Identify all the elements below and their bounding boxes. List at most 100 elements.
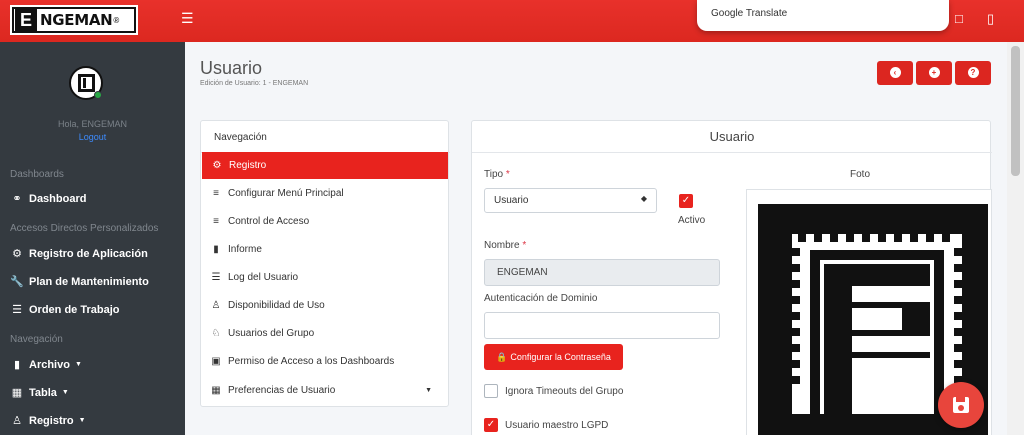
nav-item-label: Control de Acceso [228,216,310,227]
sidebar-item-archivo[interactable]: ▮ Archivo ▼ [10,358,82,372]
sidebar-item-orden-trabajo[interactable]: ☰ Orden de Trabajo [10,303,120,317]
nav-item-label: Permiso de Acceso a los Dashboards [228,356,395,367]
logout-link[interactable]: Logout [0,132,185,142]
back-button[interactable]: ‹ [877,61,913,85]
nav-item-label: Log del Usuario [228,272,299,283]
configure-password-label: Configurar la Contraseña [510,352,611,362]
nombre-label: Nombre * [484,240,526,251]
auth-domain-field[interactable] [484,312,720,339]
sidebar-item-dashboard[interactable]: ⚭ Dashboard [10,192,87,206]
tipo-label: Tipo * [484,169,510,180]
user-icon[interactable]: □ [955,11,963,26]
greeting: Hola, ENGEMAN [57,119,128,129]
align-left-icon: ≡ [213,188,219,199]
table-icon: ▦ [11,387,23,399]
sidebar-item-registro[interactable]: ♙ Registro ▼ [10,414,86,428]
hamburger-menu-icon[interactable]: ☰ [181,11,194,25]
question-icon: ? [967,67,979,78]
page-title: Usuario [200,58,263,78]
nombre-label-text: Nombre [484,240,520,251]
checkmark-icon: ✓ [486,419,496,430]
nav-item-preferencias[interactable]: ▦ Preferencias de Usuario ▼ [201,377,450,404]
lgpd-label: Usuario maestro LGPD [505,420,609,431]
sidebar-item-label: Orden de Trabajo [29,303,120,316]
logo-registered-mark: ® [113,15,120,25]
user-clock-icon: ♙ [211,300,221,311]
new-button[interactable]: + [916,61,952,85]
auth-label: Autenticación de Dominio [484,293,598,304]
sidebar-item-tabla[interactable]: ▦ Tabla ▼ [10,386,69,400]
avatar-logo [78,74,95,92]
sidebar-item-label: Registro [29,414,74,427]
ignora-timeouts-label: Ignora Timeouts del Grupo [505,386,624,397]
sidebar-header-shortcuts: Accesos Directos Personalizados [10,223,159,234]
caret-down-icon: ▼ [74,361,82,368]
nav-item-disponibilidad[interactable]: ♙ Disponibilidad de Uso [201,292,450,319]
nav-item-registro[interactable]: ⚙ Registro [202,152,448,179]
scrollbar[interactable] [1007,42,1024,435]
tipo-label-text: Tipo [484,169,504,180]
sidebar-item-label: Dashboard [29,192,87,205]
divider [472,152,992,153]
avatar[interactable] [69,66,103,100]
tipo-select[interactable]: Usuario ◆ [484,188,657,213]
list-icon: ☰ [211,272,221,283]
sidebar-item-registro-aplicacion[interactable]: ⚙ Registro de Aplicación [10,247,148,261]
sidebar-item-label: Archivo [29,358,70,371]
help-button[interactable]: ? [955,61,991,85]
caret-down-icon: ▼ [425,387,432,394]
activo-checkbox[interactable]: ✓ [679,194,693,208]
caret-down-icon: ▼ [78,417,86,424]
caret-down-icon: ▼ [61,389,69,396]
foto-label: Foto [850,169,871,180]
gears-icon: ⚙ [12,248,22,260]
sidebar-item-label: Tabla [29,386,57,399]
select-arrows-icon: ◆ [640,194,647,203]
sitemap-icon: ▦ [211,385,221,396]
lock-icon: 🔒 [496,351,508,362]
required-mark: * [522,240,527,251]
nav-item-control-acceso[interactable]: ≡ Control de Acceso [201,208,450,235]
checkmark-icon: ✓ [681,195,691,206]
nombre-field[interactable]: ENGEMAN [484,259,720,286]
nav-item-log-usuario[interactable]: ☰ Log del Usuario [201,264,450,291]
logo-mark: E [15,9,37,31]
nav-item-configurar-menu[interactable]: ≡ Configurar Menú Principal [201,180,450,207]
lgpd-checkbox[interactable]: ✓ [484,418,498,432]
file-icon: ▮ [13,359,21,371]
navigation-card: Navegación ⚙ Registro ≡ Configurar Menú … [200,120,450,407]
engeman-logo[interactable]: E NGEMAN ® [12,7,136,33]
online-status-dot [94,91,102,99]
scrollbar-thumb[interactable] [1011,46,1020,176]
sidebar: Hola, ENGEMAN Logout Dashboards ⚭ Dashbo… [0,42,185,435]
sidebar-item-label: Registro de Aplicación [29,247,148,260]
plus-icon: + [928,67,940,78]
sidebar-item-plan-mantenimiento[interactable]: 🔧 Plan de Mantenimiento [10,275,149,289]
save-fab-button[interactable] [938,382,984,428]
tipo-select-value: Usuario [494,195,529,206]
logo-text: NGEMAN [40,11,113,29]
user-plus-icon: ♙ [12,415,22,427]
save-icon [953,397,969,413]
nav-item-permiso-dashboards[interactable]: ▣ Permiso de Acceso a los Dashboards [201,348,450,375]
required-mark: * [505,169,510,180]
indent-icon: ≡ [213,216,219,227]
window-icon: ▣ [211,356,221,367]
nav-item-label: Informe [228,244,262,255]
gears-icon: ⚙ [212,160,222,171]
google-translate-label: Google Translate [711,8,788,19]
ignora-timeouts-checkbox[interactable] [484,384,498,398]
google-translate-popup: Google Translate [697,0,949,31]
list-icon: ☰ [12,304,22,316]
configure-password-button[interactable]: 🔒 Configurar la Contraseña [484,344,623,370]
nav-item-label: Disponibilidad de Uso [228,300,325,311]
activo-label: Activo [678,215,706,226]
fullscreen-icon[interactable]: ▯ [987,11,994,27]
sidebar-item-label: Plan de Mantenimiento [29,275,149,288]
nav-item-label: Usuarios del Grupo [228,328,315,339]
nav-item-usuarios-grupo[interactable]: ♘ Usuarios del Grupo [201,320,450,347]
wrench-icon: 🔧 [10,276,24,288]
users-icon: ♘ [211,328,221,339]
arrow-left-icon: ‹ [889,67,901,78]
nav-item-informe[interactable]: ▮ Informe [201,236,450,263]
